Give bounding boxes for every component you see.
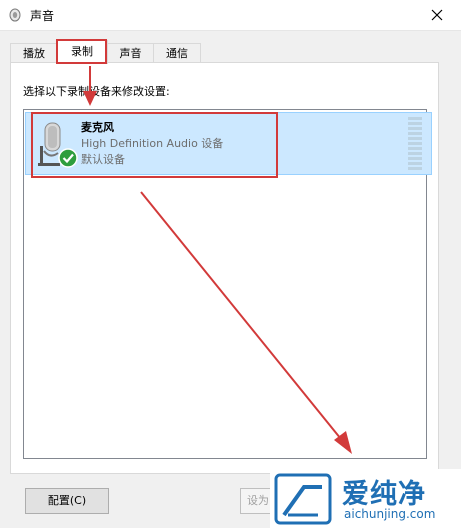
tab-recording[interactable]: 录制 (56, 40, 108, 64)
title-bar: 声音 (0, 0, 461, 31)
instruction-label: 选择以下录制设备来修改设置: (23, 85, 170, 98)
speaker-icon (9, 8, 21, 22)
configure-button[interactable]: 配置(C) (25, 488, 109, 514)
level-meter (408, 117, 422, 172)
tab-playback[interactable]: 播放 (10, 43, 58, 63)
device-status: 默认设备 (81, 153, 125, 166)
watermark-url: aichunjing.com (344, 507, 436, 521)
device-description: High Definition Audio 设备 (81, 137, 224, 150)
close-icon (431, 9, 443, 21)
close-button[interactable] (417, 0, 457, 30)
site-logo (274, 473, 332, 525)
tab-communications[interactable]: 通信 (153, 43, 201, 63)
microphone-icon (38, 122, 78, 168)
recording-panel: 选择以下录制设备来修改设置: 麦克风 High Definition Audio… (10, 62, 439, 474)
watermark-brand: 爱纯净 (342, 479, 426, 510)
window-title: 声音 (30, 9, 55, 23)
check-icon (58, 148, 78, 168)
watermark: 爱纯净 aichunjing.com (270, 469, 461, 528)
device-name: 麦克风 (81, 121, 114, 134)
device-list[interactable]: 麦克风 High Definition Audio 设备 默认设备 (23, 109, 432, 459)
tab-sounds[interactable]: 声音 (106, 43, 155, 63)
device-item-microphone[interactable]: 麦克风 High Definition Audio 设备 默认设备 (25, 112, 432, 175)
